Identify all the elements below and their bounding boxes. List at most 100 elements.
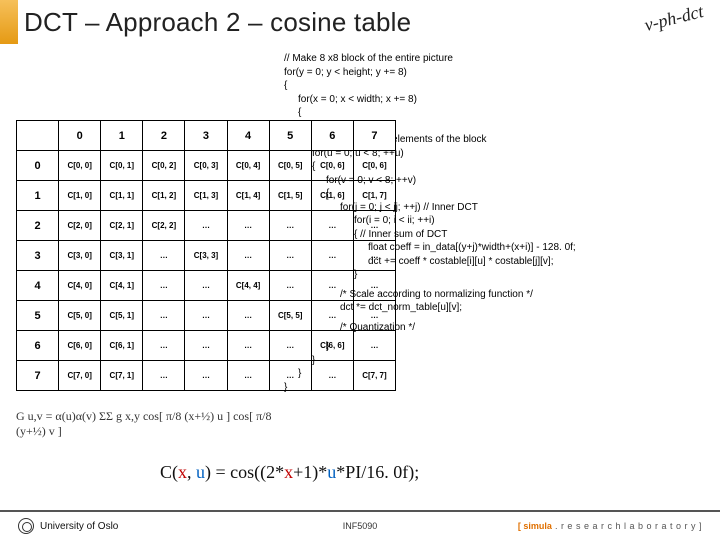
row-header: 1 bbox=[17, 181, 59, 211]
footer-uio: University of Oslo bbox=[40, 521, 118, 532]
cell: C[2, 0] bbox=[59, 211, 101, 241]
cell: C[7, 1] bbox=[101, 361, 143, 391]
cell: C[4, 4] bbox=[227, 271, 269, 301]
cell: … bbox=[185, 271, 227, 301]
cell: … bbox=[185, 361, 227, 391]
cell: C[0, 0] bbox=[59, 151, 101, 181]
cell: … bbox=[227, 361, 269, 391]
cosine-function-definition: C(x, u) = cos((2*x+1)*u*PI/16. 0f); bbox=[160, 462, 419, 483]
cell: … bbox=[185, 211, 227, 241]
cell: … bbox=[269, 331, 311, 361]
row-header: 0 bbox=[17, 151, 59, 181]
table-row: 1 C[1, 0] C[1, 1] C[1, 2] C[1, 3] C[1, 4… bbox=[17, 181, 396, 211]
cfun-text: , bbox=[187, 462, 196, 482]
cell: C[1, 6] bbox=[311, 181, 353, 211]
formula-text: G u,v = α(u)α(v) ΣΣ g x,y cos[ π/8 (x+½)… bbox=[16, 409, 276, 439]
cell: … bbox=[227, 301, 269, 331]
cell: C[3, 0] bbox=[59, 241, 101, 271]
cell: C[5, 0] bbox=[59, 301, 101, 331]
title-accent bbox=[0, 0, 18, 44]
col-header: 7 bbox=[353, 121, 395, 151]
col-header: 4 bbox=[227, 121, 269, 151]
table-row: 2 C[2, 0] C[2, 1] C[2, 2] … … … … … bbox=[17, 211, 396, 241]
table-row: 0 C[0, 0] C[0, 1] C[0, 2] C[0, 3] C[0, 4… bbox=[17, 151, 396, 181]
footer: University of Oslo INF5090 [ simula . r … bbox=[0, 510, 720, 540]
row-header: 5 bbox=[17, 301, 59, 331]
cell: C[0, 3] bbox=[185, 151, 227, 181]
col-header: 5 bbox=[269, 121, 311, 151]
cell: … bbox=[353, 211, 395, 241]
cell: C[0, 1] bbox=[101, 151, 143, 181]
cell: C[0, 5] bbox=[269, 151, 311, 181]
cell: C[1, 1] bbox=[101, 181, 143, 211]
cell: … bbox=[185, 301, 227, 331]
cell: … bbox=[143, 271, 185, 301]
cell: … bbox=[143, 331, 185, 361]
cell: … bbox=[143, 361, 185, 391]
cfun-text: +1)* bbox=[293, 462, 327, 482]
cell: … bbox=[269, 241, 311, 271]
cell: C[5, 1] bbox=[101, 301, 143, 331]
table-corner bbox=[17, 121, 59, 151]
cell: C[2, 2] bbox=[143, 211, 185, 241]
cell: C[1, 3] bbox=[185, 181, 227, 211]
cell: … bbox=[143, 241, 185, 271]
cosine-table: 0 1 2 3 4 5 6 7 0 C[0, 0] C[0, 1] C[0, 2… bbox=[16, 120, 396, 391]
cell: … bbox=[227, 211, 269, 241]
code-line: for(y = 0; y < height; y += 8) bbox=[270, 66, 712, 80]
cell: … bbox=[269, 271, 311, 301]
cell: C[1, 2] bbox=[143, 181, 185, 211]
table-row: 5 C[5, 0] C[5, 1] … … … C[5, 5] … … bbox=[17, 301, 396, 331]
cell: … bbox=[227, 331, 269, 361]
cell: … bbox=[227, 241, 269, 271]
slide: DCT – Approach 2 – cosine table v-ph-dct… bbox=[0, 0, 720, 540]
cell: … bbox=[353, 241, 395, 271]
cfun-text: C( bbox=[160, 462, 178, 482]
cell: … bbox=[311, 361, 353, 391]
simula-label: [ simula bbox=[518, 521, 552, 531]
table-row: 3 C[3, 0] C[3, 1] … C[3, 3] … … … … bbox=[17, 241, 396, 271]
cell: C[3, 3] bbox=[185, 241, 227, 271]
cell: C[7, 7] bbox=[353, 361, 395, 391]
cfun-u: u bbox=[196, 462, 205, 482]
table-row: 7 C[7, 0] C[7, 1] … … … … … C[7, 7] bbox=[17, 361, 396, 391]
cell: C[4, 1] bbox=[101, 271, 143, 301]
uio-logo-icon bbox=[18, 518, 34, 534]
cell: … bbox=[353, 271, 395, 301]
cfun-u: u bbox=[327, 462, 336, 482]
simula-rest: . r e s e a r c h l a b o r a t o r y ] bbox=[552, 521, 702, 531]
cell: C[7, 0] bbox=[59, 361, 101, 391]
table-row: 6 C[6, 0] C[6, 1] … … … … C[6, 6] … bbox=[17, 331, 396, 361]
cfun-x: x bbox=[178, 462, 187, 482]
cell: … bbox=[269, 211, 311, 241]
cell: … bbox=[311, 271, 353, 301]
cell: C[6, 6] bbox=[311, 331, 353, 361]
row-header: 2 bbox=[17, 211, 59, 241]
code-line: { bbox=[270, 79, 712, 93]
footer-lab: [ simula . r e s e a r c h l a b o r a t… bbox=[518, 521, 702, 531]
cell: C[1, 4] bbox=[227, 181, 269, 211]
cell: C[1, 5] bbox=[269, 181, 311, 211]
cell: C[2, 1] bbox=[101, 211, 143, 241]
cell: C[0, 6] bbox=[353, 151, 395, 181]
cell: C[1, 0] bbox=[59, 181, 101, 211]
col-header: 1 bbox=[101, 121, 143, 151]
dct-formula: G u,v = α(u)α(v) ΣΣ g x,y cos[ π/8 (x+½)… bbox=[16, 402, 276, 446]
cell: C[3, 1] bbox=[101, 241, 143, 271]
col-header: 2 bbox=[143, 121, 185, 151]
cfun-x: x bbox=[284, 462, 293, 482]
col-header: 3 bbox=[185, 121, 227, 151]
row-header: 4 bbox=[17, 271, 59, 301]
slide-title: DCT – Approach 2 – cosine table bbox=[24, 7, 411, 38]
footer-course: INF5090 bbox=[343, 521, 378, 531]
cell: C[0, 4] bbox=[227, 151, 269, 181]
col-header: 0 bbox=[59, 121, 101, 151]
cell: C[0, 2] bbox=[143, 151, 185, 181]
cfun-text: ) = cos((2* bbox=[205, 462, 284, 482]
code-line: // Make 8 x8 block of the entire picture bbox=[270, 52, 712, 66]
cell: … bbox=[311, 241, 353, 271]
cell: C[4, 0] bbox=[59, 271, 101, 301]
cell: … bbox=[269, 361, 311, 391]
cell: C[5, 5] bbox=[269, 301, 311, 331]
cell: … bbox=[185, 331, 227, 361]
